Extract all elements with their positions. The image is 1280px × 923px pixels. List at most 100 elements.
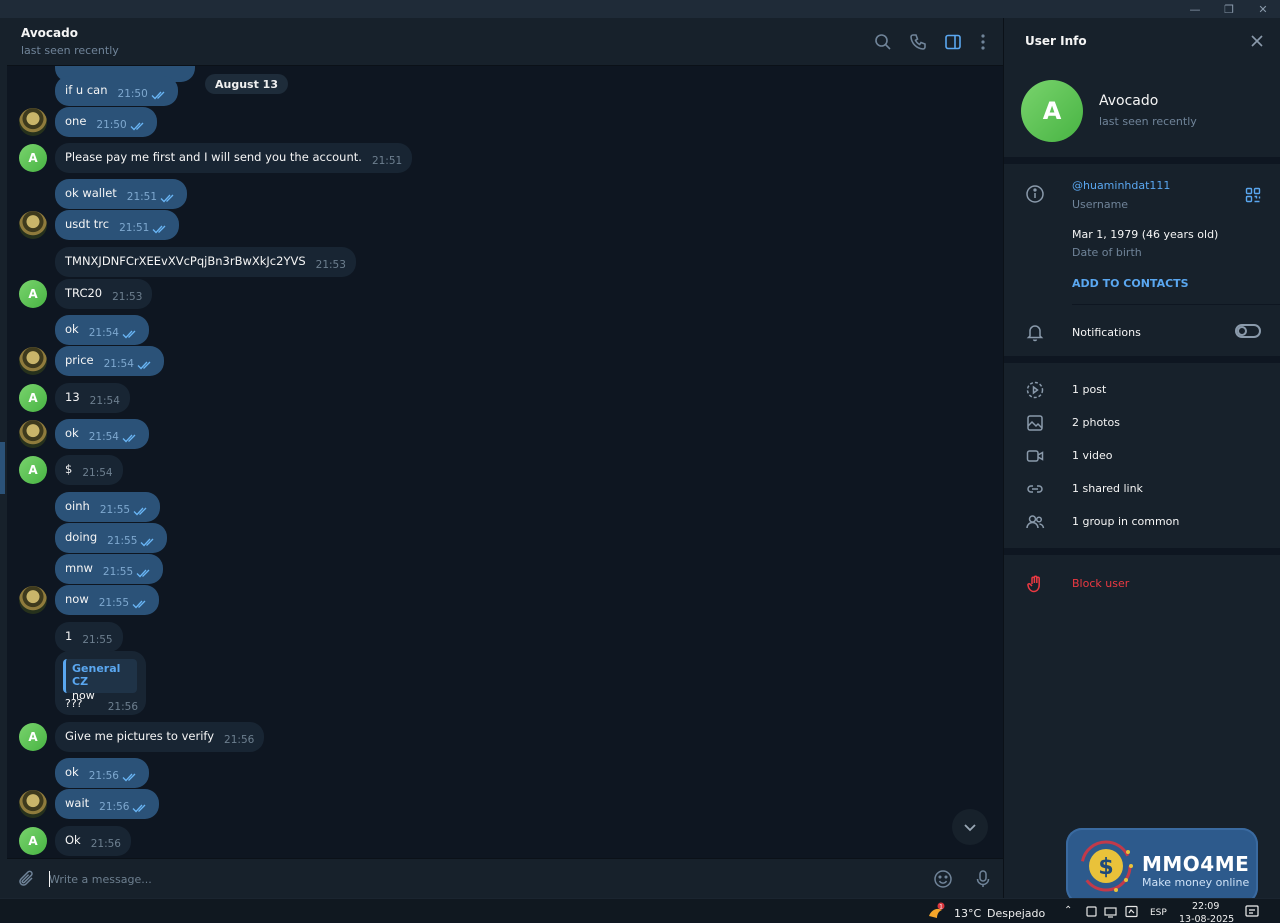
row-divider: [1072, 304, 1280, 305]
add-to-contacts-button[interactable]: ADD TO CONTACTS: [1072, 277, 1189, 290]
read-check-icon: [122, 773, 136, 782]
outgoing-message[interactable]: ok 21:54: [55, 315, 149, 345]
restore-icon[interactable]: ❐: [1212, 0, 1246, 18]
sender-avatar[interactable]: [19, 347, 47, 375]
chat-title[interactable]: Avocado: [21, 26, 78, 40]
sender-avatar[interactable]: A: [19, 827, 47, 855]
sender-avatar[interactable]: [19, 211, 47, 239]
qr-code-icon[interactable]: [1245, 187, 1261, 203]
sidebar-toggle-icon[interactable]: [943, 32, 963, 52]
posts-row[interactable]: 1 post: [1004, 379, 1280, 401]
read-check-icon: [136, 569, 150, 578]
device-icon[interactable]: [1085, 905, 1098, 918]
phone-icon[interactable]: [908, 32, 928, 52]
reply-quote[interactable]: General CZ now: [63, 659, 137, 702]
shared-links-row[interactable]: 1 shared link: [1004, 478, 1280, 500]
incoming-message[interactable]: TRC20 21:53: [55, 279, 153, 309]
message-input[interactable]: [49, 869, 909, 889]
media-row-label: 1 post: [1072, 383, 1107, 396]
message-text: ok: [65, 765, 79, 779]
network-icon[interactable]: [1104, 905, 1117, 918]
sender-avatar[interactable]: [19, 108, 47, 136]
message-text: ok: [65, 426, 79, 440]
message-time: 21:56: [107, 701, 138, 713]
outgoing-message[interactable]: oinh 21:55: [55, 492, 161, 522]
chat-status: last seen recently: [21, 44, 119, 57]
profile-name: Avocado: [1099, 93, 1159, 109]
incoming-message[interactable]: Give me pictures to verify 21:56: [55, 722, 265, 752]
incoming-message[interactable]: $21:54: [55, 455, 123, 485]
outgoing-message[interactable]: price 21:54: [55, 346, 164, 376]
outgoing-message[interactable]: now 21:55: [55, 585, 159, 615]
close-window-icon[interactable]: ✕: [1246, 0, 1280, 18]
message-list[interactable]: August 13 General CZ now ??? 21:56 if u …: [7, 66, 1003, 858]
sender-avatar[interactable]: [19, 420, 47, 448]
outgoing-message[interactable]: doing 21:55: [55, 523, 168, 553]
groups-in-common-row[interactable]: 1 group in common: [1004, 511, 1280, 533]
scroll-down-button[interactable]: [952, 809, 988, 845]
outgoing-message[interactable]: usdt trc 21:51: [55, 210, 180, 240]
sender-avatar[interactable]: A: [19, 384, 47, 412]
sender-avatar[interactable]: A: [19, 723, 47, 751]
photos-row[interactable]: 2 photos: [1004, 412, 1280, 434]
user-info-panel: User Info A Avocado last seen recently @…: [1003, 18, 1280, 898]
link-icon: [1027, 485, 1043, 493]
weather-temp[interactable]: 13°C: [954, 907, 981, 920]
message-row: A $21:54: [7, 455, 1003, 487]
watermark-logo: $ MMO4ME Make money online: [1066, 828, 1258, 904]
outgoing-message[interactable]: ok 21:56: [55, 758, 149, 788]
incoming-message[interactable]: Please pay me first and I will send you …: [55, 143, 413, 173]
outgoing-message[interactable]: ok wallet 21:51: [55, 179, 188, 209]
sender-avatar[interactable]: [19, 586, 47, 614]
volume-icon[interactable]: [1125, 905, 1138, 918]
message-time: 21:56: [88, 770, 119, 782]
microphone-icon[interactable]: [973, 869, 993, 889]
attach-icon[interactable]: [17, 869, 37, 889]
search-icon[interactable]: [873, 32, 893, 52]
language-indicator[interactable]: ESP: [1150, 908, 1167, 918]
message-text: usdt trc: [65, 217, 110, 231]
message-row: oinh 21:55: [7, 492, 1003, 524]
incoming-message[interactable]: Ok 21:56: [55, 826, 131, 856]
notifications-toggle[interactable]: [1235, 324, 1261, 338]
outgoing-message[interactable]: if u can 21:50: [55, 76, 178, 106]
chevron-up-icon[interactable]: ⌃: [1064, 905, 1077, 918]
weather-condition[interactable]: Despejado: [987, 907, 1045, 920]
read-check-icon: [137, 361, 151, 370]
read-check-icon: [122, 434, 136, 443]
message-row: now 21:55: [7, 585, 1003, 617]
outgoing-message[interactable]: mnw 21:55: [55, 554, 164, 584]
incoming-message[interactable]: 1 21:55: [55, 622, 123, 652]
videos-row[interactable]: 1 video: [1004, 445, 1280, 467]
reply-message-bubble[interactable]: General CZ now ??? 21:56: [55, 651, 146, 715]
minimize-icon[interactable]: —: [1178, 0, 1212, 18]
outgoing-message[interactable]: wait 21:56: [55, 789, 160, 819]
chat-header[interactable]: Avocado last seen recently: [7, 18, 1003, 66]
message-text: wait: [65, 796, 90, 810]
sender-avatar[interactable]: [19, 790, 47, 818]
profile-avatar[interactable]: A: [1021, 80, 1083, 142]
sender-avatar[interactable]: A: [19, 144, 47, 172]
emoji-icon[interactable]: [933, 869, 953, 889]
incoming-message[interactable]: TMNXJDNFCrXEEvXVcPqjBn3rBwXkJc2YVS 21:53: [55, 247, 356, 277]
message-time: 21:50: [117, 88, 148, 100]
message-row: ok 21:54: [7, 419, 1003, 451]
close-icon[interactable]: [1250, 34, 1264, 48]
section-divider: [1004, 157, 1280, 164]
notification-center-icon[interactable]: [1244, 904, 1260, 920]
sender-avatar[interactable]: A: [19, 456, 47, 484]
outgoing-message[interactable]: ok 21:54: [55, 419, 149, 449]
block-user-button[interactable]: Block user: [1004, 573, 1280, 595]
username-value[interactable]: @huaminhdat111: [1072, 179, 1170, 192]
sender-avatar[interactable]: A: [19, 280, 47, 308]
message-time: 21:55: [82, 634, 113, 646]
message-row: mnw 21:55: [7, 554, 1003, 586]
weather-icon[interactable]: 1: [926, 902, 946, 920]
profile-status: last seen recently: [1099, 115, 1197, 128]
outgoing-message[interactable]: one 21:50: [55, 107, 157, 137]
incoming-message[interactable]: 13 21:54: [55, 383, 130, 413]
more-icon[interactable]: [973, 32, 993, 52]
message-time: 21:56: [90, 838, 121, 850]
message-row: A Please pay me first and I will send you…: [7, 143, 1003, 175]
clock-time[interactable]: 22:09: [1192, 901, 1219, 912]
